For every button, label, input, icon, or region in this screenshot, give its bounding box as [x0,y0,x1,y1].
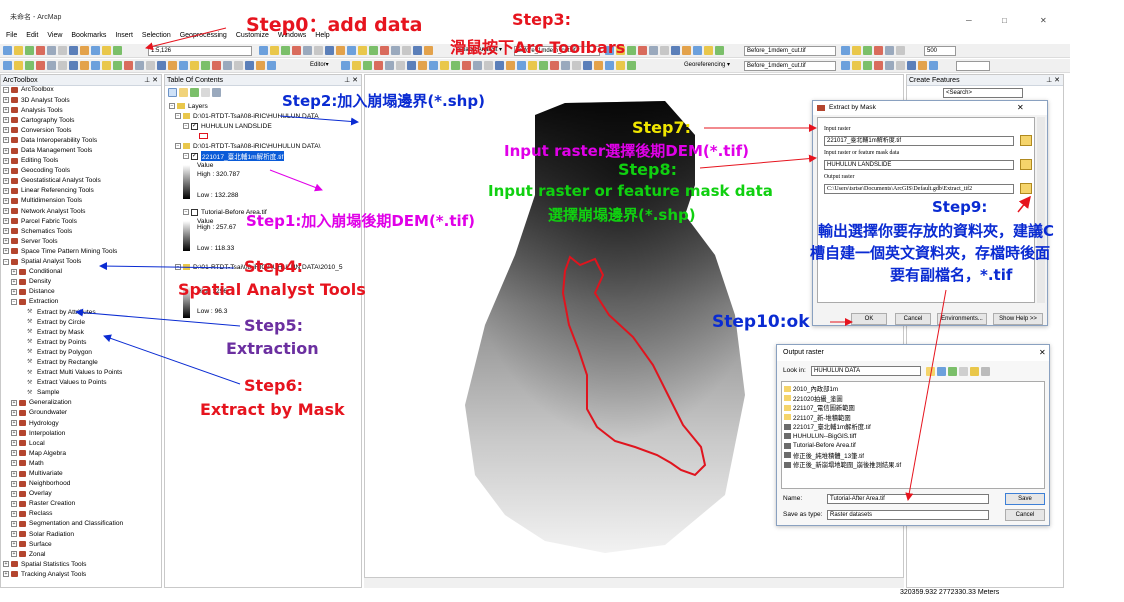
annotation-step5-title: Step5: [244,316,304,335]
annotation-step7-title: Step7: [632,118,692,137]
annotation-step9-line2: 輸出選擇你要存放的資料夾，建議C [818,222,1055,240]
annotation-step10: Step10:ok [712,312,810,332]
annotation-step9-title: Step9: [932,198,988,216]
annotation-step8-text: Input raster or feature mask data [488,182,773,200]
annotation-step7-text: Input raster選擇後期DEM(*.tif) [504,142,749,160]
annotation-step9-line4: 要有副檔名，*.tif [890,266,1013,284]
arrow-step9-folder [1017,195,1031,213]
annotation-step2: Step2:加入崩塌邊界(*.shp) [282,92,485,110]
arrow-step5 [75,308,241,327]
arrow-step6 [103,334,241,385]
annotation-arrows [75,27,1031,501]
annotation-step4-title: Step4: [244,257,304,276]
annotation-step6-title: Step6: [244,376,304,395]
annotation-step3-text: 滑鼠按下Arc Toolbars [450,38,626,57]
annotation-step1: Step1:加入崩塌後期DEM(*.tif) [246,212,476,230]
arrow-step4 [99,262,235,271]
arrow-step0 [145,27,227,51]
arrow-step2 [279,115,359,126]
annotation-step0: Step0：add data [246,14,423,36]
arrow-step1 [269,169,323,192]
arrow-step9-name [905,289,947,501]
annotation-step5-text: Extraction [226,339,319,358]
annotation-step6-text: Extract by Mask [200,400,345,419]
annotation-step8-title: Step8: [618,160,678,179]
annotation-step3-title: Step3: [512,10,572,29]
annotation-step4-text: Spatial Analyst Tools [178,280,366,299]
annotation-step8-note: 選擇崩塌邊界(*.shp) [548,206,696,224]
annotation-step9-line3: 槽自建一個英文資料夾，存檔時後面 [810,244,1051,262]
